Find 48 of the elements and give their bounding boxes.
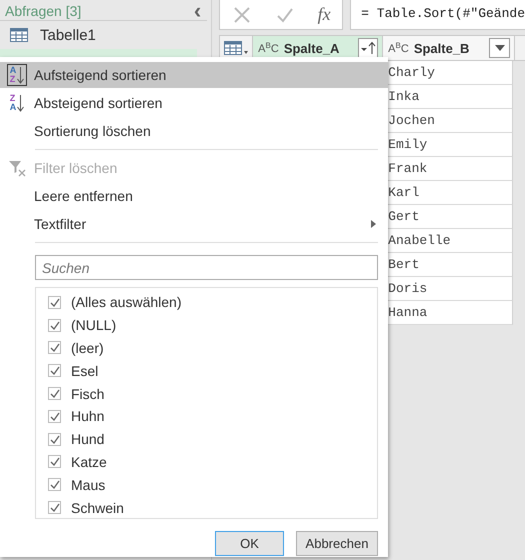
check-icon <box>50 457 60 466</box>
value-label[interactable]: Hund <box>71 431 104 448</box>
value-label[interactable]: Huhn <box>71 408 104 424</box>
checkbox[interactable] <box>48 455 61 468</box>
value-label[interactable]: Katze <box>71 454 107 470</box>
checkbox[interactable] <box>48 501 61 514</box>
value-label[interactable]: (Alles auswählen) <box>71 294 182 310</box>
cancel-button[interactable]: Abbrechen <box>296 531 378 556</box>
check-icon <box>50 503 60 512</box>
checkbox[interactable] <box>48 296 61 309</box>
function-button[interactable]: fx <box>318 4 331 25</box>
search-field[interactable]: Suchen <box>35 255 378 280</box>
checkbox[interactable] <box>48 341 61 354</box>
check-icon <box>50 343 60 352</box>
filter-sort-icon <box>360 41 376 55</box>
caret-icon <box>494 45 505 51</box>
checkbox[interactable] <box>48 410 61 423</box>
sort-ascending-icon: A Z <box>6 64 28 86</box>
column-dropdown[interactable] <box>358 38 378 58</box>
value-label[interactable]: (leer) <box>71 340 104 356</box>
collapse-button[interactable]: ‹ <box>194 2 202 20</box>
value-label[interactable]: Esel <box>71 362 98 379</box>
check-icon <box>50 320 60 330</box>
value-label[interactable]: Fisch <box>71 386 104 402</box>
table-icon <box>224 41 248 55</box>
check-icon <box>50 434 60 444</box>
check-icon <box>50 366 60 376</box>
column-dropdown[interactable] <box>489 38 510 58</box>
menu-item[interactable]: A Z Aufsteigend sortieren <box>0 62 388 88</box>
formula-field[interactable]: = Table.Sort(#"Geände <box>350 0 525 30</box>
submenu-arrow-icon <box>371 220 376 228</box>
ok-button[interactable]: OK <box>215 531 284 556</box>
checkbox[interactable] <box>48 318 61 332</box>
check-icon <box>50 480 60 490</box>
query-item[interactable]: Tabelle1 <box>0 21 198 49</box>
value-label[interactable]: Maus <box>71 476 106 493</box>
check-icon <box>50 412 60 421</box>
pane-title: Abfragen [3] <box>5 3 82 19</box>
check-icon <box>50 298 60 307</box>
checkbox[interactable] <box>48 478 61 492</box>
checkbox[interactable] <box>48 364 61 378</box>
value-label[interactable]: Schwein <box>71 500 124 516</box>
value-label[interactable]: (NULL) <box>71 317 116 334</box>
clear-filter-icon <box>7 158 27 178</box>
table-icon <box>10 28 28 42</box>
checkbox[interactable] <box>48 387 61 400</box>
checkbox[interactable] <box>48 432 61 446</box>
check-icon <box>50 389 60 398</box>
